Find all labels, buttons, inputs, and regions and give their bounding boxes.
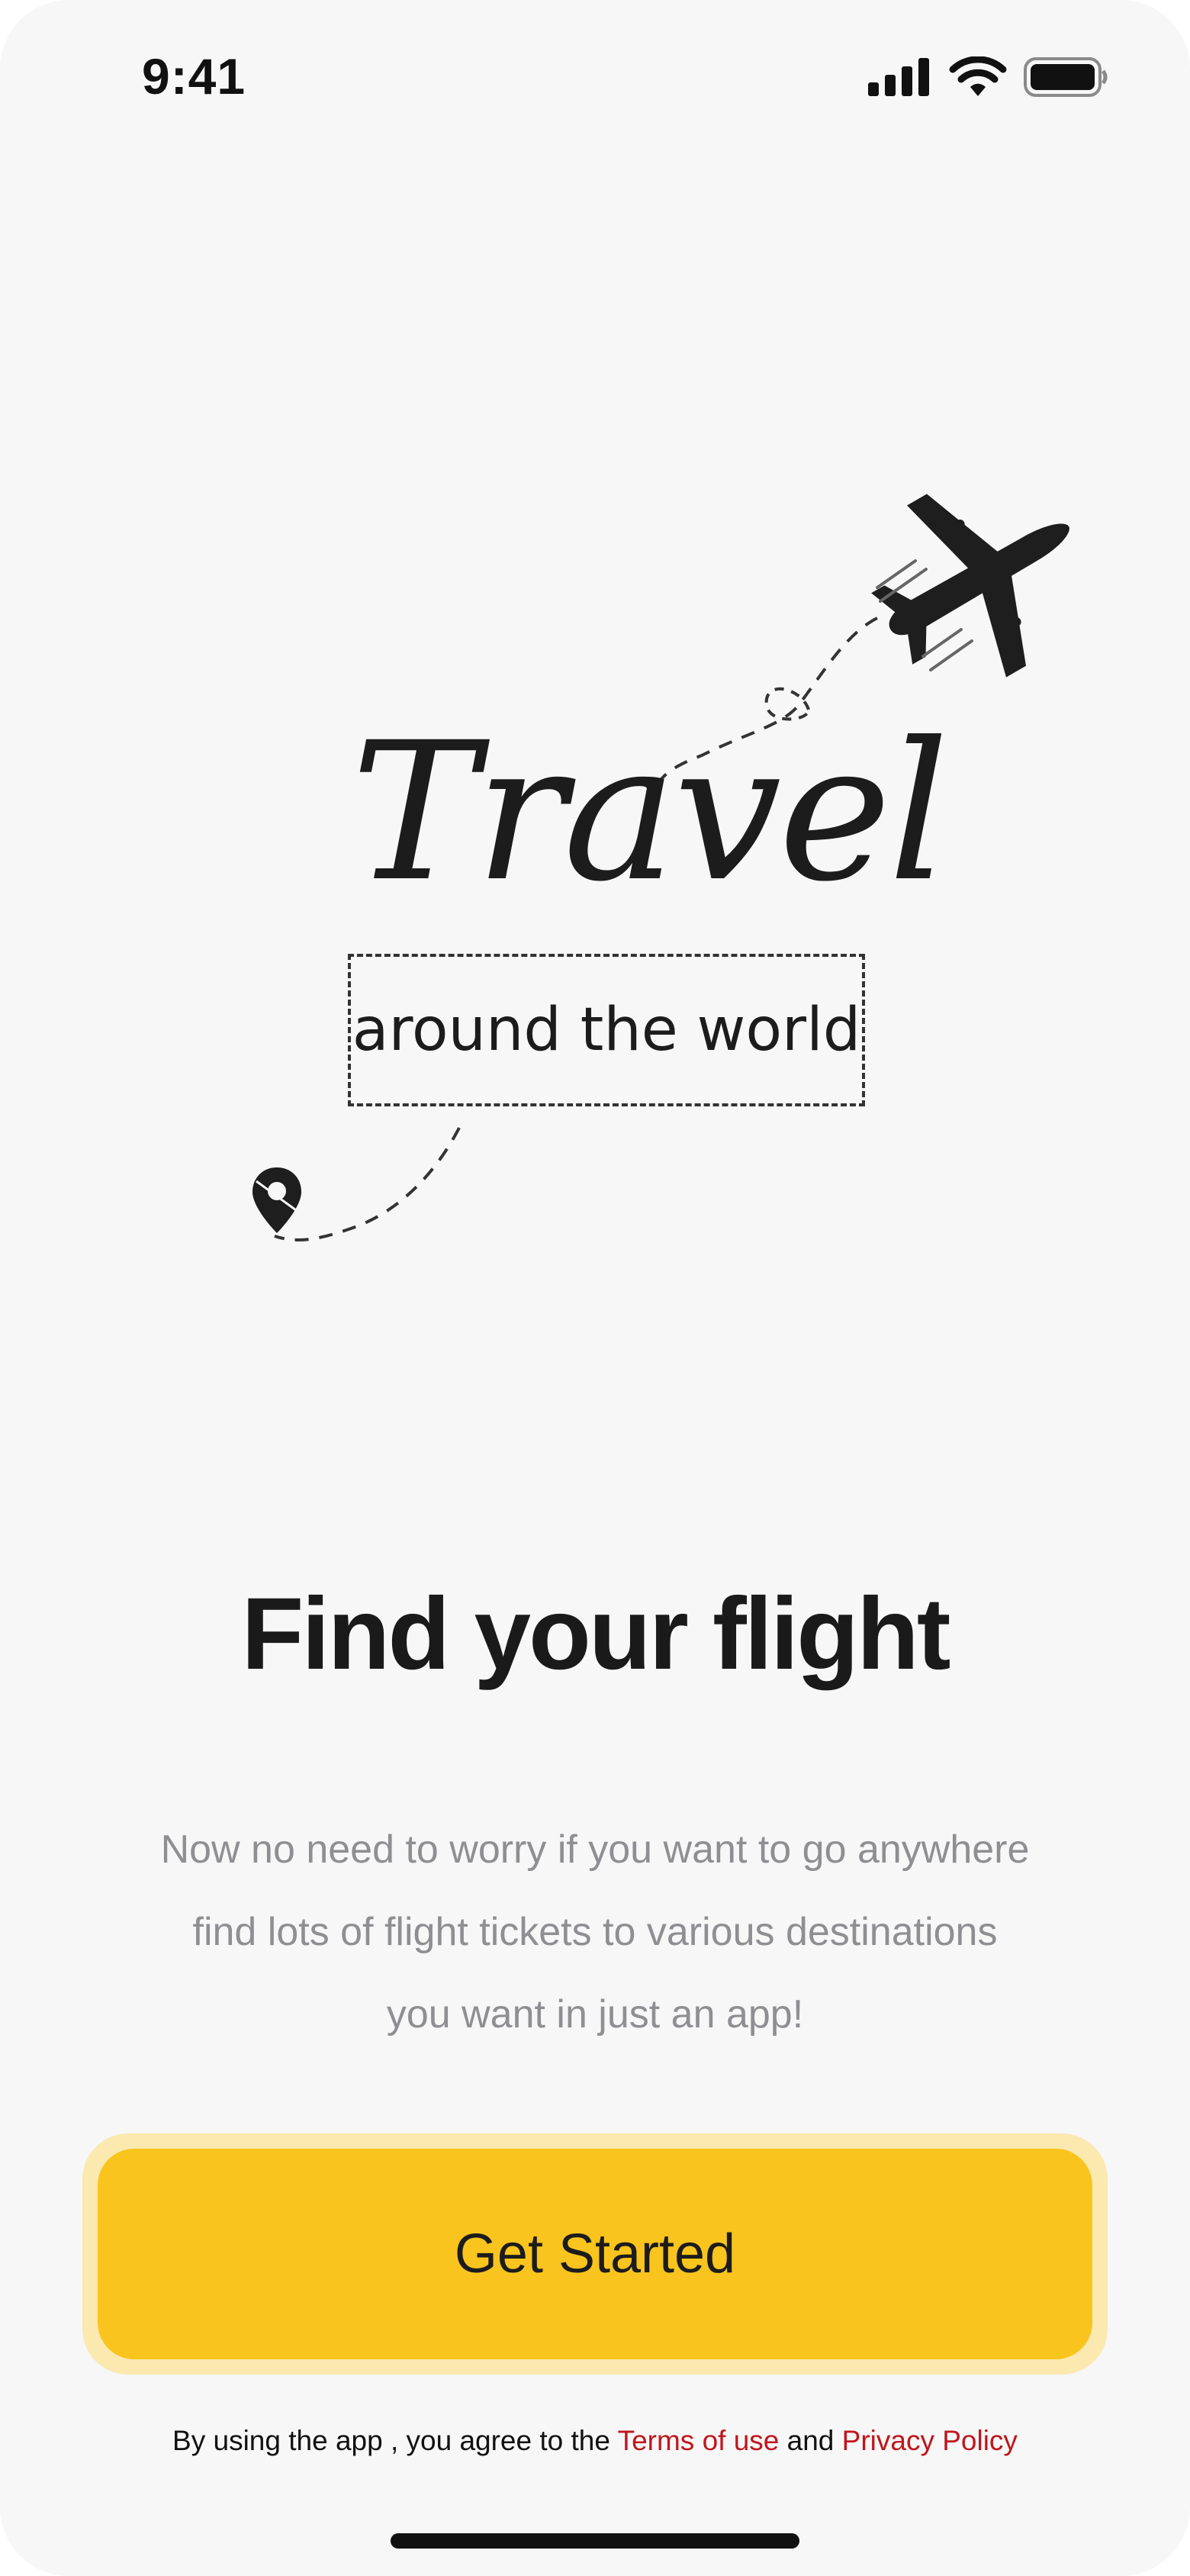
- tagline-text: around the world: [352, 996, 861, 1064]
- onboarding-screen: 9:41 Travel around the world Find your f…: [0, 0, 1190, 2576]
- page-title: Find your flight: [241, 1577, 950, 1691]
- speed-lines-icon: [876, 559, 973, 671]
- status-icons: [868, 56, 1109, 98]
- battery-icon: [1024, 57, 1108, 97]
- wifi-icon: [949, 56, 1007, 96]
- terms-of-use-link[interactable]: Terms of use: [618, 2425, 780, 2456]
- privacy-policy-link[interactable]: Privacy Policy: [842, 2425, 1018, 2456]
- travel-title: Travel: [351, 701, 949, 923]
- description-line: Now no need to worry if you want to go a…: [160, 1827, 1030, 1872]
- legal-notice: By using the app , you agree to the Term…: [0, 2425, 1190, 2457]
- home-indicator[interactable]: [391, 2533, 799, 2549]
- cellular-signal-icon: [868, 58, 929, 96]
- get-started-button[interactable]: Get Started: [98, 2149, 1092, 2359]
- map-pin-icon: [252, 1167, 301, 1233]
- status-time: 9:41: [142, 48, 246, 105]
- description-text: Now no need to worry if you want to go a…: [107, 1808, 1083, 2056]
- legal-prefix: By using the app , you agree to the: [172, 2425, 618, 2456]
- get-started-label: Get Started: [454, 2223, 736, 2285]
- description-line: you want in just an app!: [386, 1992, 804, 2037]
- description-line: find lots of flight tickets to various d…: [192, 1910, 998, 1954]
- tagline-box: around the world: [348, 954, 865, 1106]
- legal-conjunction: and: [779, 2425, 842, 2456]
- travel-illustration: Travel around the world: [0, 458, 1190, 1267]
